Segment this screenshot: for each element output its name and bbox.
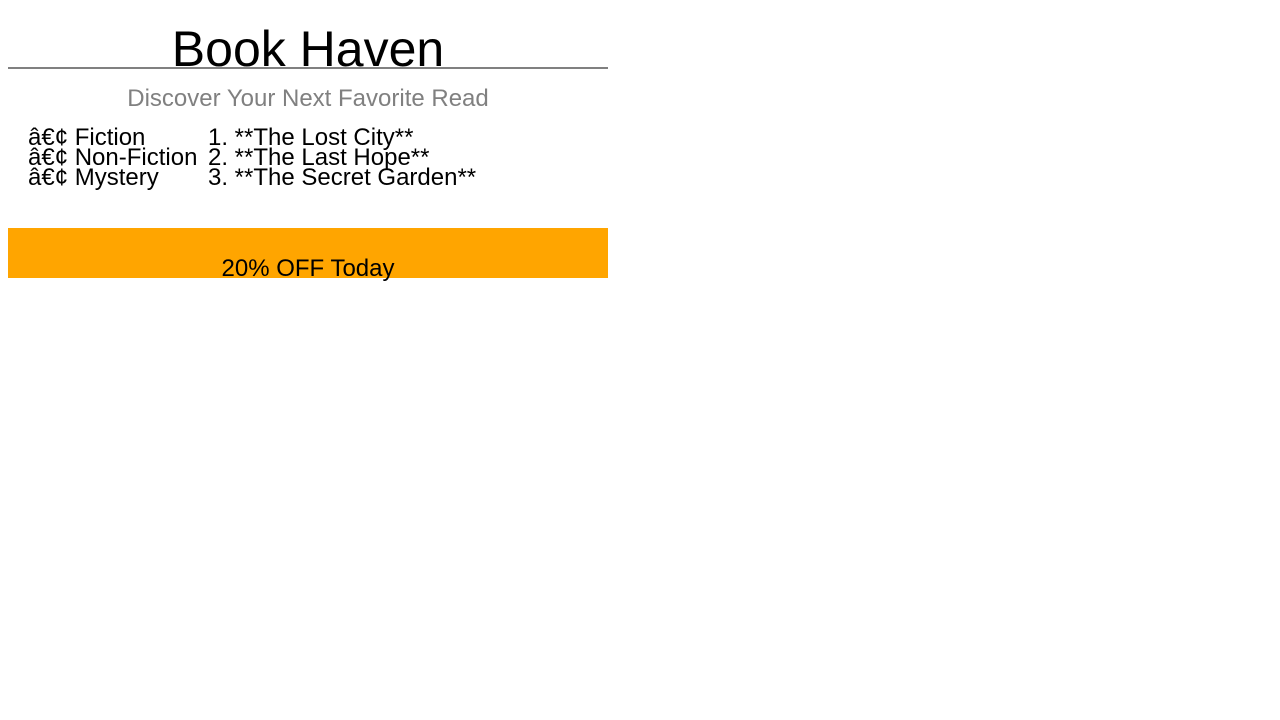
tagline: Discover Your Next Favorite Read: [127, 85, 489, 112]
header: Book Haven: [8, 0, 608, 77]
promo-banner: 20% OFF Today: [8, 228, 608, 282]
category-item-mystery: â€¢ Mystery: [28, 164, 159, 191]
promo-text: 20% OFF Today: [221, 255, 395, 282]
featured-books-list: 1. **The Lost City** 2. **The Last Hope*…: [208, 126, 477, 191]
category-list: â€¢ Fiction â€¢ Non-Fiction â€¢ Mystery: [28, 126, 197, 191]
page: Book Haven Discover Your Next Favorite R…: [8, 0, 608, 282]
site-title: Book Haven: [171, 21, 445, 77]
featured-book-secret-garden: 3. **The Secret Garden**: [208, 164, 477, 191]
title-divider: [8, 67, 608, 69]
